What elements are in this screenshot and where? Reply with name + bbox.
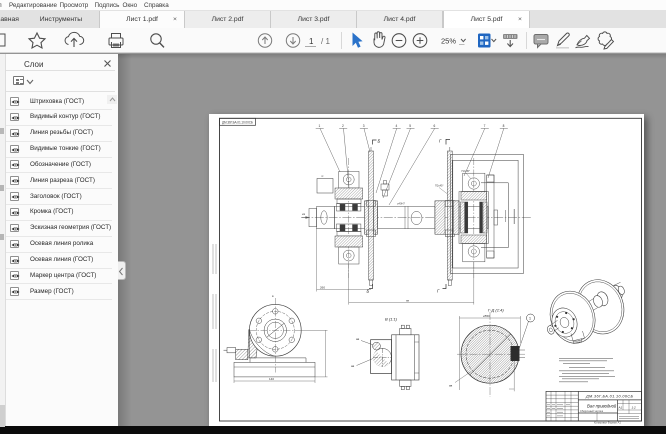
svg-text:⌀з: ⌀з bbox=[302, 212, 306, 216]
svg-text:1: 1 bbox=[309, 37, 314, 46]
svg-text:Г-Д (1:4): Г-Д (1:4) bbox=[488, 308, 504, 313]
svg-text:260: 260 bbox=[320, 285, 325, 289]
svg-text:ДМ.36Г.БА.01.10.00СБ: ДМ.36Г.БА.01.10.00СБ bbox=[585, 394, 634, 398]
svg-text:ав: ав bbox=[449, 384, 453, 388]
svg-text:ав: ав bbox=[351, 364, 355, 368]
svg-text:7: 7 bbox=[484, 124, 486, 128]
svg-text:Б: Б bbox=[367, 289, 370, 294]
svg-text:Копировал Формат А1: Копировал Формат А1 bbox=[594, 421, 621, 424]
svg-text:8: 8 bbox=[503, 124, 505, 128]
svg-text:ав: ав bbox=[356, 337, 360, 341]
svg-text:1:2: 1:2 bbox=[632, 406, 637, 410]
svg-text:5: 5 bbox=[409, 124, 411, 128]
svg-text:⌀40Н7: ⌀40Н7 bbox=[397, 202, 405, 206]
svg-text:Б: Б bbox=[378, 139, 381, 144]
svg-text:В (1:1): В (1:1) bbox=[385, 317, 398, 322]
svg-text:зв: зв bbox=[406, 298, 409, 302]
svg-text:1: 1 bbox=[319, 124, 321, 128]
svg-text:П2х45°: П2х45° bbox=[435, 184, 444, 188]
svg-text:Вал приводной: Вал приводной bbox=[587, 404, 617, 409]
svg-text:ДМ.36Г.БА.01.10.00СБ: ДМ.36Г.БА.01.10.00СБ bbox=[222, 120, 253, 124]
svg-text:А1: А1 bbox=[618, 406, 623, 410]
svg-text:4: 4 bbox=[396, 124, 398, 128]
svg-text:Г: Г bbox=[437, 289, 440, 294]
svg-text:140: 140 bbox=[269, 377, 274, 381]
svg-text:⌀550: ⌀550 bbox=[483, 314, 490, 318]
svg-text:2: 2 bbox=[342, 124, 344, 128]
svg-text:6: 6 bbox=[434, 124, 436, 128]
svg-text:1: 1 bbox=[529, 317, 531, 321]
svg-text:в: в bbox=[272, 294, 274, 298]
svg-text:Г: Г bbox=[439, 139, 442, 144]
svg-text:/ 1: / 1 bbox=[321, 37, 330, 46]
svg-text:3: 3 bbox=[363, 124, 365, 128]
svg-text:Сборочный чертеж: Сборочный чертеж bbox=[580, 409, 603, 413]
svg-text:чт: чт bbox=[321, 175, 324, 178]
svg-text:25%: 25% bbox=[441, 37, 456, 46]
